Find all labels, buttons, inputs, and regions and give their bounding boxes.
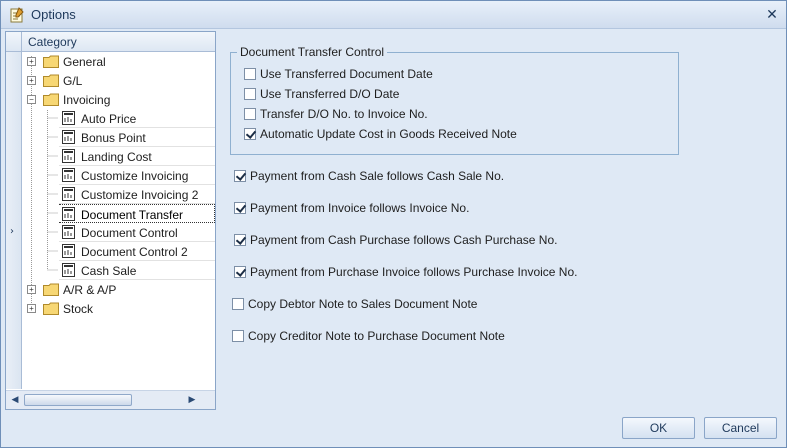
tree-item-bonus-point[interactable]: Bonus Point: [59, 128, 215, 147]
title-bar: Options ✕: [1, 1, 786, 29]
form-icon: [62, 111, 75, 125]
window-title: Options: [31, 7, 76, 22]
scrollbar-thumb[interactable]: [24, 394, 132, 406]
tree-item-document-transfer[interactable]: Document Transfer: [59, 204, 215, 223]
checkbox-label: Automatic Update Cost in Goods Received …: [260, 127, 517, 141]
checkbox[interactable]: [234, 234, 246, 246]
tree-item-label: Customize Invoicing 2: [81, 188, 199, 202]
checkbox-label: Copy Debtor Note to Sales Document Note: [248, 297, 478, 311]
group-legend: Document Transfer Control: [237, 45, 388, 59]
tree-item-label: Landing Cost: [81, 150, 152, 164]
form-icon: [62, 244, 75, 258]
tree-header-label: Category: [28, 35, 77, 49]
tree-header-selector: [6, 32, 22, 51]
checkbox-label: Use Transferred D/O Date: [260, 87, 400, 101]
tree-item-label: General: [63, 55, 106, 69]
tree-item-label: Stock: [63, 302, 94, 316]
current-row-indicator-icon: ›: [10, 226, 14, 237]
checkbox[interactable]: [244, 108, 256, 120]
tree-item-document-control-2[interactable]: Document Control 2: [59, 242, 215, 261]
checkbox[interactable]: [234, 266, 246, 278]
tree-item-customize-invoicing[interactable]: Customize Invoicing: [59, 166, 215, 185]
options-dialog: Options ✕ Category › + General + G/L − I…: [0, 0, 787, 448]
tree-item-customize-invoicing-2[interactable]: Customize Invoicing 2: [59, 185, 215, 204]
tree-item-cash-sale[interactable]: Cash Sale: [59, 261, 215, 280]
tree-item-general[interactable]: + General: [23, 52, 215, 71]
form-icon: [62, 207, 75, 221]
folder-open-icon: [43, 93, 59, 106]
tree-item-label: A/R & A/P: [63, 283, 117, 297]
tree-header: Category: [6, 32, 215, 52]
expand-icon[interactable]: +: [27, 285, 36, 294]
scroll-right-icon[interactable]: ▶: [186, 394, 198, 406]
tree-item-landing-cost[interactable]: Landing Cost: [59, 147, 215, 166]
tree-item-label: G/L: [63, 74, 83, 88]
form-icon: [62, 187, 75, 201]
tree-item-auto-price[interactable]: Auto Price: [59, 109, 215, 128]
cancel-button[interactable]: Cancel: [704, 417, 777, 439]
folder-icon: [43, 283, 59, 296]
checkbox[interactable]: [234, 170, 246, 182]
checkbox[interactable]: [232, 298, 244, 310]
row-indicator-column: ›: [6, 52, 22, 389]
checkbox[interactable]: [244, 88, 256, 100]
checkbox[interactable]: [244, 68, 256, 80]
tree-item-label: Customize Invoicing: [81, 169, 189, 183]
checkbox-label: Payment from Cash Sale follows Cash Sale…: [250, 169, 505, 183]
form-icon: [62, 130, 75, 144]
scroll-left-icon[interactable]: ◀: [9, 394, 21, 406]
checkbox-label: Transfer D/O No. to Invoice No.: [260, 107, 428, 121]
folder-icon: [43, 302, 59, 315]
form-icon: [62, 168, 75, 182]
checkbox[interactable]: [232, 330, 244, 342]
checkbox-label: Use Transferred Document Date: [260, 67, 433, 81]
checkbox[interactable]: [244, 128, 256, 140]
checkbox[interactable]: [234, 202, 246, 214]
tree-item-label: Document Control 2: [81, 245, 188, 259]
notepad-icon: [10, 7, 24, 23]
form-icon: [62, 263, 75, 277]
checkbox-label: Copy Creditor Note to Purchase Document …: [248, 329, 505, 343]
expand-icon[interactable]: +: [27, 57, 36, 66]
tree-item-label: Auto Price: [81, 112, 137, 126]
tree-item-invoicing[interactable]: − Invoicing: [23, 90, 215, 109]
tree-item-label: Bonus Point: [81, 131, 146, 145]
category-tree[interactable]: Category › + General + G/L − Invoicing A…: [5, 31, 216, 410]
checkbox-label: Payment from Purchase Invoice follows Pu…: [250, 265, 578, 279]
tree-item-gl[interactable]: + G/L: [23, 71, 215, 90]
close-icon[interactable]: ✕: [763, 6, 781, 24]
tree-item-ar-ap[interactable]: + A/R & A/P: [23, 280, 215, 299]
tree-item-label: Cash Sale: [81, 264, 137, 278]
folder-icon: [43, 55, 59, 68]
expand-icon[interactable]: +: [27, 304, 36, 313]
expand-icon[interactable]: +: [27, 76, 36, 85]
tree-item-document-control[interactable]: Document Control: [59, 223, 215, 242]
ok-button[interactable]: OK: [622, 417, 695, 439]
checkbox-label: Payment from Cash Purchase follows Cash …: [250, 233, 558, 247]
tree-item-label: Invoicing: [63, 93, 111, 107]
tree-item-label: Document Transfer: [81, 208, 184, 222]
tree-item-label: Document Control: [81, 226, 178, 240]
form-icon: [62, 225, 75, 239]
tree-item-stock[interactable]: + Stock: [23, 299, 215, 318]
collapse-icon[interactable]: −: [27, 95, 36, 104]
checkbox-label: Payment from Invoice follows Invoice No.: [250, 201, 470, 215]
folder-icon: [43, 74, 59, 87]
form-icon: [62, 149, 75, 163]
horizontal-scrollbar[interactable]: ◀ ▶: [6, 390, 215, 409]
